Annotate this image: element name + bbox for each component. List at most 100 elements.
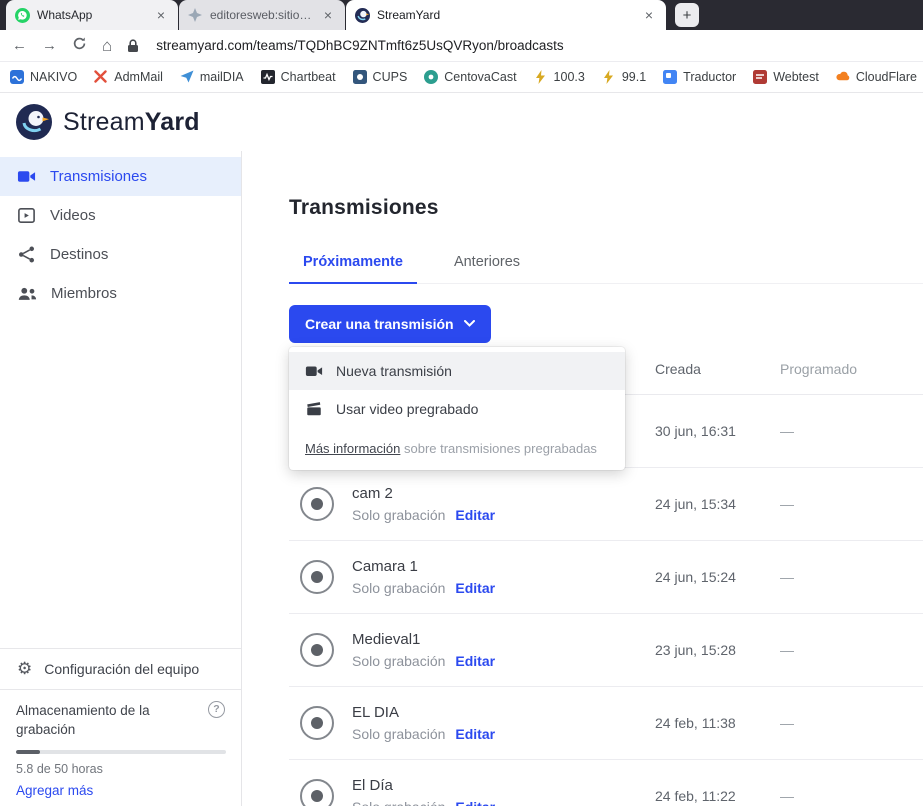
chartbeat-icon [261, 70, 275, 84]
created-date: 24 feb, 11:38 [655, 715, 780, 731]
storage-title: Almacenamiento de la grabación [16, 701, 176, 740]
bookmark-label: Chartbeat [281, 70, 336, 84]
bookmark-99-1[interactable]: 99.1 [602, 70, 646, 84]
table-row[interactable]: EL DIA Solo grabaciónEditar 24 feb, 11:3… [289, 687, 923, 760]
record-icon [300, 779, 334, 806]
layout: Transmisiones Videos Destinos Miembros ⚙… [0, 151, 923, 806]
share-icon [17, 245, 36, 264]
close-icon[interactable]: × [153, 6, 169, 24]
sidebar-item-videos[interactable]: Videos [0, 196, 241, 235]
bookmark-webtest[interactable]: Webtest [753, 70, 819, 84]
tab-title: editoresweb:sitioweb:eldia.co [210, 8, 313, 22]
reload-icon[interactable] [72, 36, 87, 55]
record-icon [300, 633, 334, 667]
storage-section: Almacenamiento de la grabación ? 5.8 de … [0, 689, 241, 806]
editoresweb-icon [188, 8, 203, 23]
browser-tab-editoresweb[interactable]: editoresweb:sitioweb:eldia.co × [179, 0, 345, 30]
sidebar-item-transmisiones[interactable]: Transmisiones [0, 157, 241, 196]
add-more-link[interactable]: Agregar más [16, 783, 225, 798]
broadcast-subtitle: Solo grabación [352, 799, 445, 806]
broadcast-title: cam 2 [352, 485, 495, 502]
sidebar: Transmisiones Videos Destinos Miembros ⚙… [0, 151, 242, 806]
close-icon[interactable]: × [320, 6, 336, 24]
scheduled-value: — [780, 642, 923, 658]
bolt-icon [534, 70, 548, 84]
forward-icon[interactable]: → [42, 37, 57, 54]
sidebar-item-label: Destinos [50, 246, 108, 263]
bookmark-100-3[interactable]: 100.3 [534, 70, 585, 84]
maildia-icon [180, 70, 194, 84]
browser-tab-streamyard-active[interactable]: StreamYard × [346, 0, 666, 30]
created-date: 23 jun, 15:28 [655, 642, 780, 658]
created-date: 24 jun, 15:24 [655, 569, 780, 585]
bookmark-label: Webtest [773, 70, 819, 84]
bookmark-label: 99.1 [622, 70, 646, 84]
bookmark-label: mailDIA [200, 70, 244, 84]
bookmark-chartbeat[interactable]: Chartbeat [261, 70, 336, 84]
admmail-icon [94, 70, 108, 84]
streamyard-header: StreamYard [0, 93, 923, 151]
main-content: Transmisiones Próximamente Anteriores Cr… [242, 151, 923, 806]
scheduled-value: — [780, 423, 923, 439]
broadcast-subtitle: Solo grabación [352, 507, 445, 523]
scheduled-value: — [780, 715, 923, 731]
storage-progress-fill [16, 750, 40, 754]
storage-usage-text: 5.8 de 50 horas [16, 762, 225, 776]
menu-item-label: Usar video pregrabado [336, 401, 478, 417]
camera-icon [305, 362, 323, 380]
prerecorded-info-text: Más información sobre transmisiones preg… [289, 428, 625, 468]
created-date: 24 feb, 11:22 [655, 788, 780, 804]
team-settings-label: Configuración del equipo [44, 661, 199, 677]
create-broadcast-dropdown: Nueva transmisión Usar video pregrabado … [289, 347, 625, 470]
back-icon[interactable]: ← [12, 37, 27, 54]
bookmark-admmail[interactable]: AdmMail [94, 70, 163, 84]
edit-link[interactable]: Editar [455, 580, 495, 596]
close-icon[interactable]: × [641, 6, 657, 24]
create-broadcast-label: Crear una transmisión [305, 316, 454, 332]
menu-item-video-pregrabado[interactable]: Usar video pregrabado [289, 390, 625, 428]
new-tab-button[interactable]: + [675, 3, 699, 27]
sidebar-item-miembros[interactable]: Miembros [0, 274, 241, 313]
url-text[interactable]: streamyard.com/teams/TQDhBC9ZNTmft6z5UsQ… [156, 38, 563, 53]
column-header-programado: Programado [780, 361, 923, 377]
edit-link[interactable]: Editar [455, 799, 495, 806]
broadcast-tabs: Próximamente Anteriores [289, 254, 923, 284]
bookmark-nakivo[interactable]: NAKIVO [10, 70, 77, 84]
tab-proximamente[interactable]: Próximamente [289, 254, 417, 284]
tab-title: StreamYard [377, 8, 634, 22]
streamyard-wordmark: StreamYard [63, 108, 200, 137]
help-icon[interactable]: ? [208, 701, 225, 718]
gear-icon: ⚙ [17, 660, 32, 677]
broadcast-subtitle: Solo grabación [352, 580, 445, 596]
bookmark-label: AdmMail [114, 70, 163, 84]
table-row[interactable]: El Día Solo grabaciónEditar 24 feb, 11:2… [289, 760, 923, 806]
create-broadcast-button[interactable]: Crear una transmisión [289, 305, 491, 343]
tab-anteriores[interactable]: Anteriores [440, 254, 534, 283]
record-icon [300, 487, 334, 521]
edit-link[interactable]: Editar [455, 726, 495, 742]
webtest-icon [753, 70, 767, 84]
bookmark-cups[interactable]: CUPS [353, 70, 408, 84]
menu-item-label: Nueva transmisión [336, 363, 452, 379]
bookmark-label: CloudFlare [856, 70, 917, 84]
table-row[interactable]: cam 2 Solo grabaciónEditar 24 jun, 15:34… [289, 468, 923, 541]
table-row[interactable]: Camara 1 Solo grabaciónEditar 24 jun, 15… [289, 541, 923, 614]
bookmark-cloudflare[interactable]: CloudFlare [836, 70, 917, 84]
team-settings-button[interactable]: ⚙ Configuración del equipo [0, 648, 241, 689]
lock-icon[interactable] [127, 39, 139, 53]
bookmark-label: 100.3 [554, 70, 585, 84]
whatsapp-icon [15, 8, 30, 23]
mas-informacion-link[interactable]: Más información [305, 441, 400, 456]
clapperboard-icon [305, 400, 323, 418]
table-row[interactable]: Medieval1 Solo grabaciónEditar 23 jun, 1… [289, 614, 923, 687]
bookmark-centovacast[interactable]: CentovaCast [424, 70, 516, 84]
browser-tab-whatsapp[interactable]: WhatsApp × [6, 0, 178, 30]
home-icon[interactable]: ⌂ [102, 36, 112, 56]
bookmark-maildia[interactable]: mailDIA [180, 70, 244, 84]
edit-link[interactable]: Editar [455, 653, 495, 669]
sidebar-item-destinos[interactable]: Destinos [0, 235, 241, 274]
camera-icon [17, 167, 36, 186]
menu-item-nueva-transmision[interactable]: Nueva transmisión [289, 352, 625, 390]
bookmark-traductor[interactable]: Traductor [663, 70, 736, 84]
edit-link[interactable]: Editar [455, 507, 495, 523]
